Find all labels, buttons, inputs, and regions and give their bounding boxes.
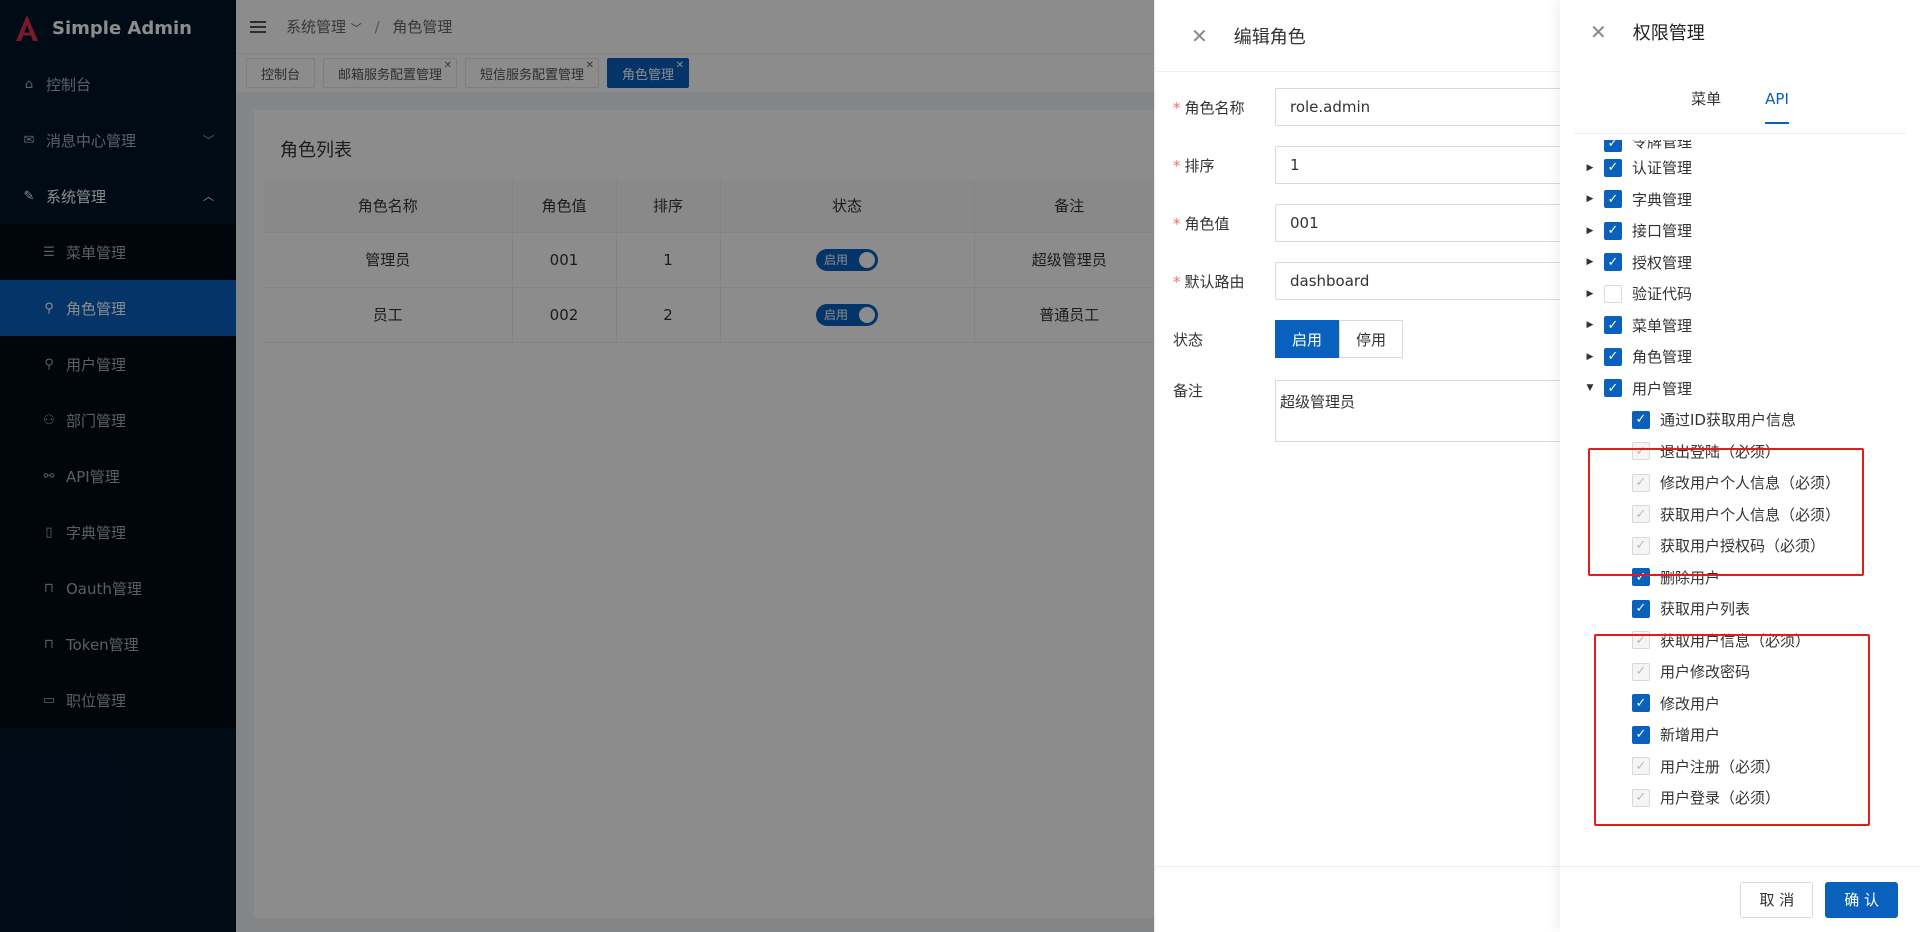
required-highlight-box	[1594, 634, 1870, 826]
caret-down-icon[interactable]: ▼	[1582, 383, 1598, 393]
tree-node-child[interactable]: ✓ 获取用户列表	[1582, 593, 1902, 625]
default-route-input[interactable]: dashboard	[1275, 262, 1560, 300]
tree-node[interactable]: ▶ ✓ 字典管理	[1582, 184, 1902, 216]
role-name-input[interactable]: role.admin	[1275, 88, 1560, 126]
tree-node-label: 角色管理	[1632, 348, 1693, 367]
confirm-button[interactable]: 确 认	[1825, 881, 1898, 918]
checkbox[interactable]: ✓	[1604, 221, 1622, 240]
status-radio-group: 启用 停用	[1275, 320, 1404, 358]
tree-node-label: 验证代码	[1632, 285, 1693, 304]
checkbox[interactable]: ✓	[1604, 190, 1622, 209]
checkbox[interactable]: ✓	[1604, 316, 1622, 335]
caret-right-icon[interactable]: ▶	[1582, 320, 1598, 330]
role-name-label: * 角色名称	[1173, 98, 1245, 117]
status-disable-button[interactable]: 停用	[1339, 320, 1404, 358]
checkbox[interactable]: ✓	[1604, 158, 1622, 177]
tab-api[interactable]: API	[1765, 72, 1789, 126]
status-enable-button[interactable]: 启用	[1275, 320, 1340, 358]
tree-node[interactable]: ▶ ✓ 认证管理	[1582, 152, 1902, 184]
tree-node-label: 接口管理	[1632, 222, 1693, 241]
tree-node-label: 菜单管理	[1632, 316, 1693, 335]
drawer-header: ✕ 编辑角色	[1155, 0, 1560, 72]
drawer-title: 权限管理	[1632, 23, 1705, 44]
checkbox[interactable]: ✓	[1604, 379, 1622, 398]
role-value-input[interactable]: 001	[1275, 204, 1560, 242]
cancel-button[interactable]: 取 消	[1740, 881, 1814, 918]
tree-node[interactable]: ▶ ✓ 接口管理	[1582, 215, 1902, 247]
sort-label: * 排序	[1173, 156, 1215, 175]
default-route-label: * 默认路由	[1173, 272, 1245, 291]
drawer-footer	[1155, 866, 1560, 932]
tree-node-label: 获取用户列表	[1660, 600, 1751, 619]
tree-node-label: 用户管理	[1632, 379, 1693, 398]
drawer-footer: 取 消 确 认	[1560, 866, 1920, 932]
remark-textarea[interactable]: 超级管理员	[1275, 380, 1560, 442]
status-row: 状态 启用 停用	[1155, 310, 1560, 368]
remark-row: 备注 超级管理员	[1155, 368, 1560, 458]
sort-row: * 排序 1	[1155, 136, 1560, 194]
tree-node-label: 令牌管理	[1632, 140, 1693, 151]
remark-label: 备注	[1173, 382, 1204, 400]
default-route-row: * 默认路由 dashboard	[1155, 252, 1560, 310]
status-label: 状态	[1173, 330, 1204, 349]
close-icon[interactable]: ✕	[1590, 20, 1607, 44]
tree-node-label: 认证管理	[1632, 159, 1693, 178]
tree-node[interactable]: ▶ 验证代码	[1582, 278, 1902, 310]
caret-right-icon[interactable]: ▶	[1582, 163, 1598, 173]
required-highlight-box	[1588, 448, 1864, 576]
drawer-title: 编辑角色	[1233, 26, 1306, 48]
sort-input[interactable]: 1	[1275, 146, 1560, 184]
checkbox[interactable]: ✓	[1632, 599, 1650, 618]
close-icon[interactable]: ✕	[1191, 24, 1208, 48]
tree-node[interactable]: ▶ ✓ 菜单管理	[1582, 310, 1902, 342]
edit-role-drawer: ✕ 编辑角色 * 角色名称 role.admin * 排序 1 * 角色值 001 *…	[1154, 0, 1560, 932]
checkbox[interactable]	[1604, 284, 1622, 303]
role-value-row: * 角色值 001	[1155, 194, 1560, 252]
tree-node-label: 字典管理	[1632, 190, 1693, 209]
tree-node-label: 授权管理	[1632, 253, 1693, 272]
tab-menu[interactable]: 菜单	[1691, 70, 1721, 127]
checkbox[interactable]: ✓	[1632, 410, 1650, 429]
caret-right-icon[interactable]: ▶	[1582, 289, 1598, 299]
role-name-row: * 角色名称 role.admin	[1155, 78, 1560, 136]
modal-mask[interactable]	[0, 0, 1154, 932]
caret-right-icon[interactable]: ▶	[1582, 257, 1598, 267]
checkbox[interactable]: ✓	[1604, 347, 1622, 366]
tree-node[interactable]: ▶ ✓ 角色管理	[1582, 341, 1902, 373]
caret-right-icon[interactable]: ▶	[1582, 352, 1598, 362]
tree-node-partial[interactable]: ✓ 令牌管理	[1582, 140, 1902, 152]
permission-drawer: ✕ 权限管理 菜单 API ✓ 令牌管理 ▶ ✓ 认证管理 ▶ ✓ 字典管理 ▶ ✓ 接口管理 ▶…	[1560, 0, 1920, 932]
role-value-label: * 角色值	[1173, 214, 1230, 233]
tree-node-label: 通过ID获取用户信息	[1660, 411, 1796, 430]
tree-node-child[interactable]: ✓ 通过ID获取用户信息	[1582, 404, 1902, 436]
drawer-header: ✕ 权限管理	[1560, 0, 1920, 64]
caret-right-icon[interactable]: ▶	[1582, 194, 1598, 204]
tree-node[interactable]: ▼ ✓ 用户管理	[1582, 373, 1902, 405]
checkbox[interactable]: ✓	[1604, 140, 1622, 152]
caret-right-icon[interactable]: ▶	[1582, 226, 1598, 236]
checkbox[interactable]: ✓	[1604, 253, 1622, 272]
tree-node[interactable]: ▶ ✓ 授权管理	[1582, 247, 1902, 279]
permission-tabs: 菜单 API	[1574, 64, 1906, 134]
